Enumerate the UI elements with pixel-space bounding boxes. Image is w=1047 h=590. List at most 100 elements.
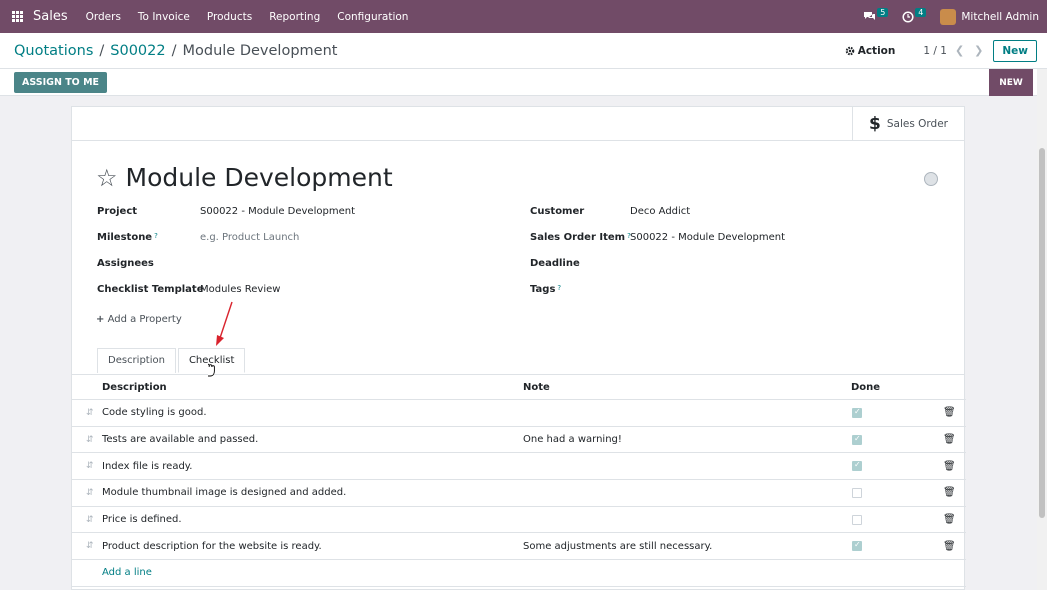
clock-icon (902, 10, 914, 23)
row-description[interactable]: Index file is ready. (102, 461, 192, 472)
activities-button[interactable]: 4 (902, 8, 927, 23)
trash-icon[interactable]: 🗑 (943, 541, 956, 552)
drag-handle-icon[interactable]: ⇵ (86, 515, 94, 525)
pager-value[interactable]: 1 / 1 (923, 45, 947, 57)
scrollbar-thumb[interactable] (1039, 148, 1045, 518)
trash-icon[interactable]: 🗑 (943, 487, 956, 498)
deadline-input[interactable] (630, 258, 830, 270)
action-label: Action (857, 44, 896, 57)
row-description[interactable]: Module thumbnail image is designed and a… (102, 487, 346, 498)
row-description[interactable]: Product description for the website is r… (102, 541, 322, 552)
trash-icon[interactable]: 🗑 (943, 407, 956, 418)
dollar-icon: $ (869, 114, 881, 134)
breadcrumb: Quotations / S00022 / Module Development (14, 43, 337, 59)
menu-configuration[interactable]: Configuration (337, 11, 408, 23)
table-header: Description Note Done (72, 375, 966, 400)
breadcrumb-order[interactable]: S00022 (110, 43, 165, 59)
row-description[interactable]: Tests are available and passed. (102, 434, 258, 445)
control-panel: Quotations / S00022 / Module Development… (0, 33, 1047, 69)
add-property-button[interactable]: + Add a Property (96, 314, 182, 325)
user-name: Mitchell Admin (961, 10, 1039, 23)
activities-count-badge: 4 (915, 8, 927, 17)
done-checkbox[interactable] (852, 514, 862, 525)
table-row[interactable]: ⇵ Tests are available and passed. One had … (72, 427, 966, 454)
column-note[interactable]: Note (523, 382, 550, 393)
add-property-label: Add a Property (107, 314, 182, 325)
done-checkbox[interactable] (852, 540, 862, 552)
scrollbar[interactable] (1037, 69, 1047, 590)
gear-icon (845, 46, 855, 55)
app-name[interactable]: Sales (33, 9, 68, 24)
row-description[interactable]: Price is defined. (102, 514, 182, 525)
menu-to-invoice[interactable]: To Invoice (138, 11, 190, 23)
drag-handle-icon[interactable]: ⇵ (86, 461, 94, 471)
field-assignees: Assignees (97, 258, 154, 269)
breadcrumb-current: Module Development (182, 42, 338, 59)
stage-new[interactable]: NEW (989, 69, 1033, 96)
row-note[interactable]: Some adjustments are still necessary. (523, 541, 712, 552)
done-checkbox[interactable] (852, 407, 862, 418)
drag-handle-icon[interactable]: ⇵ (86, 541, 94, 551)
breadcrumb-separator: / (171, 42, 177, 59)
table-row[interactable]: ⇵ Index file is ready. 🗑 (72, 453, 966, 481)
project-value[interactable]: S00022 - Module Development (200, 206, 355, 217)
pager-next-icon[interactable]: ❯ (974, 44, 983, 57)
trash-icon[interactable]: 🗑 (943, 434, 956, 445)
field-label: Deadline (530, 258, 580, 269)
drag-handle-icon[interactable]: ⇵ (86, 435, 94, 445)
column-description[interactable]: Description (102, 382, 167, 393)
chat-icon (864, 12, 876, 20)
sales-order-item-value[interactable]: S00022 - Module Development (630, 232, 785, 243)
table-row[interactable]: ⇵ Price is defined. 🗑 (72, 507, 966, 534)
messages-count-badge: 5 (877, 8, 889, 17)
star-icon[interactable]: ☆ (96, 164, 118, 192)
action-button[interactable]: Action (845, 44, 896, 57)
field-milestone: Milestone? e.g. Product Launch (97, 232, 299, 243)
trash-icon[interactable]: 🗑 (943, 514, 956, 525)
field-sales-order-item: Sales Order Item? S00022 - Module Develo… (530, 232, 785, 243)
drag-handle-icon[interactable]: ⇵ (86, 488, 94, 498)
done-checkbox[interactable] (852, 434, 862, 445)
row-description[interactable]: Code styling is good. (102, 407, 207, 418)
help-tooltip-icon[interactable]: ? (557, 284, 561, 295)
checklist-template-value[interactable]: Modules Review (200, 284, 280, 295)
table-row[interactable]: ⇵ Module thumbnail image is designed and … (72, 480, 966, 507)
trash-icon[interactable]: 🗑 (943, 461, 956, 472)
assignees-input[interactable] (200, 258, 400, 270)
field-customer: Customer Deco Addict (530, 206, 690, 217)
apps-grid-icon[interactable] (12, 10, 24, 23)
tab-description[interactable]: Description (97, 348, 176, 373)
task-title[interactable]: Module Development (126, 163, 393, 192)
customer-value[interactable]: Deco Addict (630, 206, 690, 217)
kanban-state-icon[interactable] (924, 172, 938, 186)
field-label: Project (97, 206, 138, 217)
done-checkbox[interactable] (852, 487, 862, 498)
sales-order-smart-button[interactable]: $ Sales Order (852, 107, 964, 141)
menu-orders[interactable]: Orders (86, 11, 121, 23)
column-done[interactable]: Done (851, 382, 880, 393)
drag-handle-icon[interactable]: ⇵ (86, 408, 94, 418)
menu-reporting[interactable]: Reporting (269, 11, 320, 23)
table-row[interactable]: ⇵ Product description for the website is … (72, 533, 966, 561)
row-note[interactable]: One had a warning! (523, 434, 622, 445)
avatar (940, 8, 957, 25)
control-panel-right: Action 1 / 1 ❮ ❯ New (845, 39, 1037, 62)
messages-button[interactable]: 5 (863, 8, 889, 22)
milestone-input[interactable]: e.g. Product Launch (200, 232, 299, 243)
field-label: Milestone (97, 232, 153, 243)
assign-to-me-button[interactable]: ASSIGN TO ME (14, 71, 108, 93)
breadcrumb-quotations[interactable]: Quotations (14, 43, 93, 59)
tags-input[interactable] (630, 284, 830, 296)
new-button[interactable]: New (993, 39, 1037, 62)
top-navbar: Sales Orders To Invoice Products Reporti… (0, 0, 1047, 33)
sales-order-label: Sales Order (886, 118, 948, 130)
pager-previous-icon[interactable]: ❮ (955, 44, 964, 57)
menu-products[interactable]: Products (207, 11, 252, 23)
field-label: Assignees (97, 258, 154, 269)
table-row[interactable]: ⇵ Code styling is good. 🗑 (72, 400, 966, 427)
add-line-link[interactable]: Add a line (102, 567, 152, 578)
done-checkbox[interactable] (852, 460, 862, 472)
help-tooltip-icon[interactable]: ? (154, 232, 158, 243)
user-menu[interactable]: Mitchell Admin (940, 8, 1039, 25)
field-label: Customer (530, 206, 585, 217)
